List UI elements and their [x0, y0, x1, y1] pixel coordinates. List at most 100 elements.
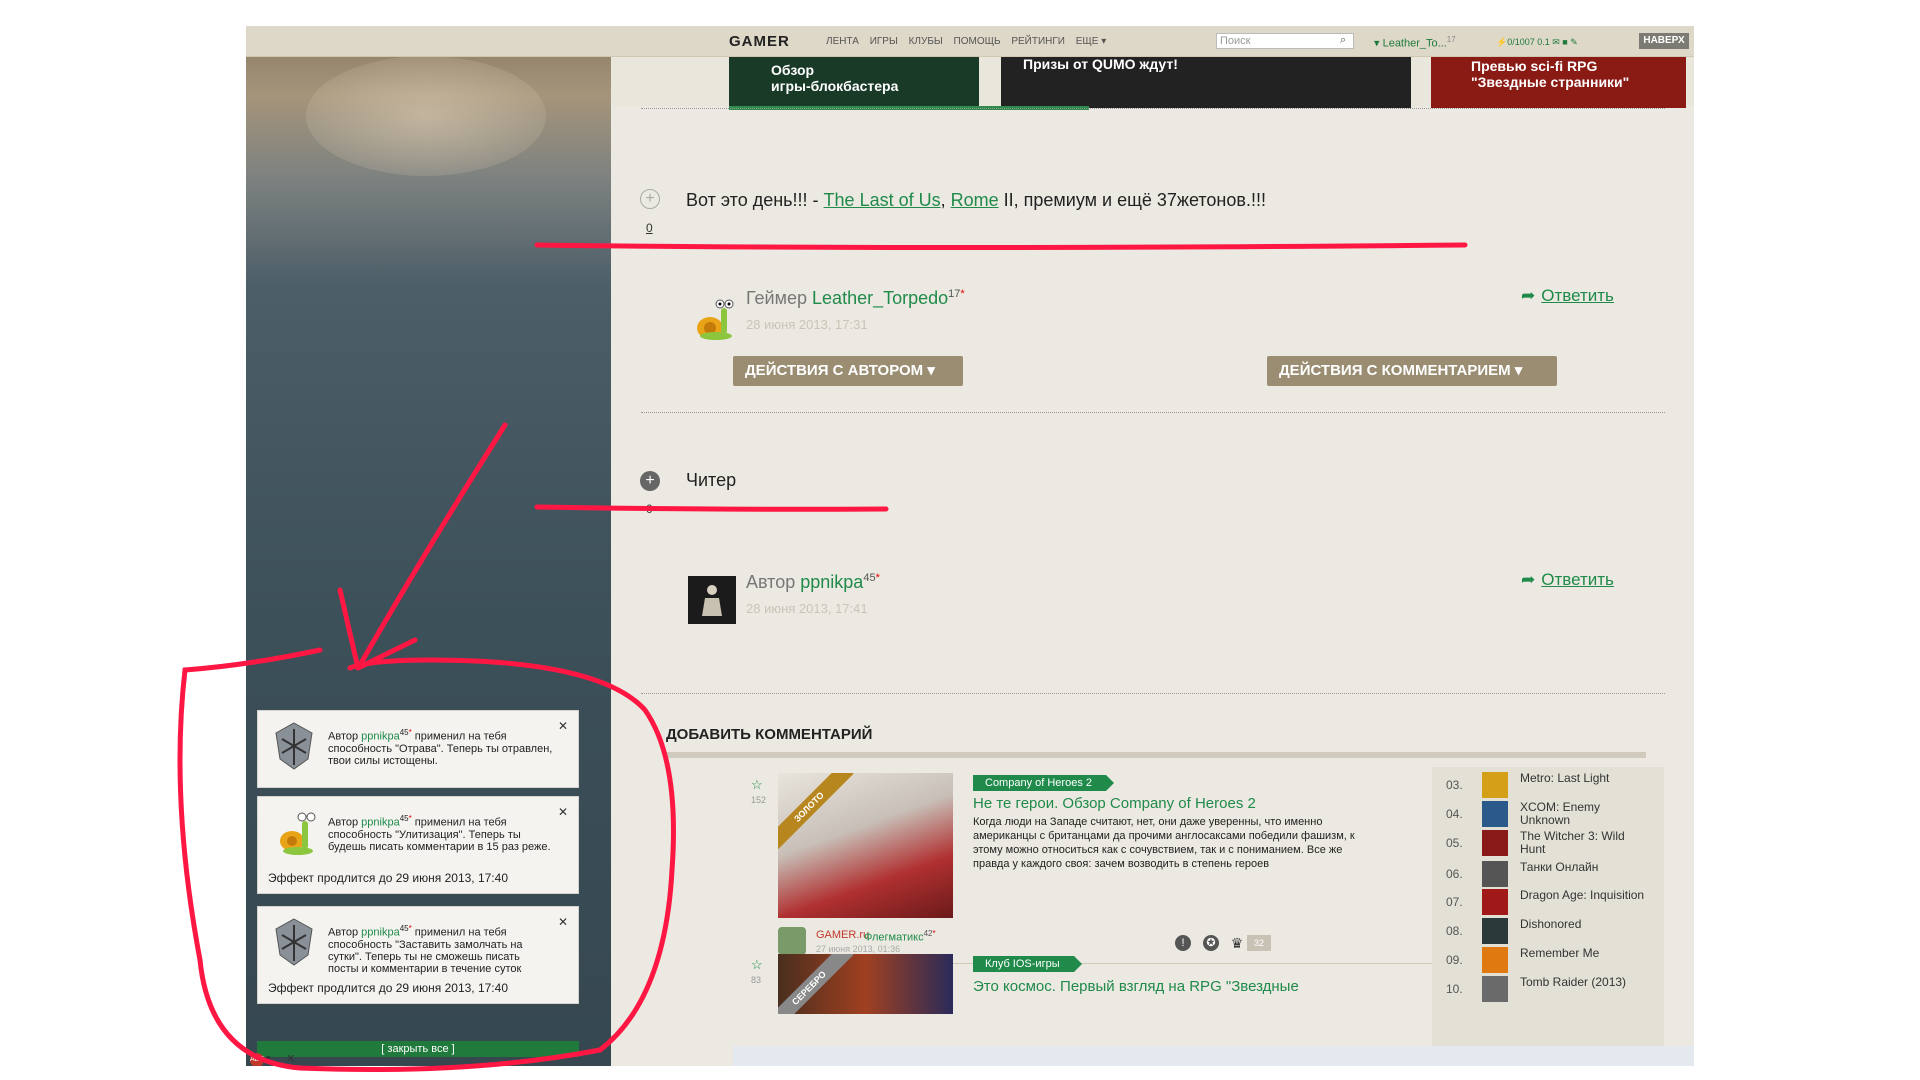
medal-icon[interactable]: ✪	[1203, 935, 1219, 951]
notification-text: Автор ppnikpa45* применил на тебя способ…	[328, 923, 553, 975]
rank-name: Tomb Raider (2013)	[1520, 975, 1627, 989]
ranking-item[interactable]: 08. Dishonored	[1446, 916, 1661, 946]
news-image[interactable]: ЗОЛОТО	[778, 773, 953, 918]
ranking-item[interactable]: 03. Metro: Last Light	[1446, 770, 1661, 800]
nav-link-clubs[interactable]: КЛУБЫ	[909, 36, 943, 47]
news-title[interactable]: Не те герои. Обзор Company of Heroes 2	[973, 795, 1256, 812]
silver-ribbon: СЕРЕБРО	[778, 954, 854, 1014]
comment-author: Автор ppnikpa45*	[746, 572, 880, 593]
site-logo[interactable]: GAMER	[729, 33, 790, 50]
author-avatar[interactable]	[778, 927, 806, 955]
effect-duration: Эффект продлится до 29 июня 2013, 17:40	[268, 981, 508, 995]
reply-button[interactable]: ➦ Ответить	[1521, 570, 1614, 590]
addon-icon[interactable]: ABP	[250, 1053, 264, 1066]
reply-arrow-icon: ➦	[1521, 570, 1536, 589]
news-author-nick[interactable]: Флегматикс42*	[864, 929, 936, 944]
ranking-item[interactable]: 06. Танки Онлайн	[1446, 859, 1661, 889]
reply-button[interactable]: ➦ Ответить	[1521, 286, 1614, 306]
notification-silence: Автор ppnikpa45* применил на тебя способ…	[257, 906, 579, 1004]
user-level: 17	[1446, 35, 1456, 44]
nav-link-more[interactable]: ЕЩЕ ▾	[1076, 36, 1107, 47]
banner-qumo-text: Призы от QUMO ждут!	[1023, 56, 1178, 72]
link-rome[interactable]: Rome	[951, 190, 999, 210]
rank-name: Dishonored	[1520, 917, 1582, 931]
avatar-snail[interactable]	[688, 294, 736, 342]
news-tag[interactable]: Company of Heroes 2	[973, 775, 1114, 791]
close-all-button[interactable]: [ закрыть все ]	[257, 1041, 579, 1057]
ranking-item[interactable]: 04. XCOM: Enemy Unknown	[1446, 799, 1661, 829]
news-tag[interactable]: Клуб IOS-игры	[973, 956, 1082, 972]
ranking-item[interactable]: 07. Dragon Age: Inquisition	[1446, 887, 1661, 917]
notification-text: Автор ppnikpa45* применил на тебя способ…	[328, 813, 553, 853]
game-ranking: 03. Metro: Last Light 04. XCOM: Enemy Unkn…	[1432, 767, 1664, 1066]
close-icon[interactable]: ✕	[558, 915, 568, 929]
top-navigation: GAMER ЛЕНТА ИГРЫ КЛУБЫ ПОМОЩЬ РЕЙТИНГИ Е…	[246, 26, 1694, 57]
add-comment-bar	[666, 752, 1646, 758]
ranking-item[interactable]: 09. Remember Me	[1446, 945, 1661, 975]
bottom-strip	[733, 1046, 1694, 1066]
game-icon	[1482, 918, 1508, 944]
comment-text-part: II, премиум и ещё 37жетонов.!!!	[998, 190, 1266, 210]
skill-emblem-icon	[272, 721, 316, 771]
link-the-last-of-us[interactable]: The Last of Us	[824, 190, 941, 210]
banner-review-text: Обзор игры-блокбастера	[771, 62, 899, 94]
vote-count[interactable]: 0	[646, 502, 653, 516]
comment-actions-button[interactable]: ДЕЙСТВИЯ С КОММЕНТАРИЕМ ▾	[1267, 356, 1557, 386]
notification-text: Автор ppnikpa45* применил на тебя способ…	[328, 727, 553, 767]
nav-links: ЛЕНТА ИГРЫ КЛУБЫ ПОМОЩЬ РЕЙТИНГИ ЕЩЕ ▾	[826, 36, 1114, 47]
news-source[interactable]: GAMER.ru	[816, 929, 869, 941]
chevron-down-icon[interactable]: ▾	[266, 1053, 271, 1064]
nav-link-ratings[interactable]: РЕЙТИНГИ	[1011, 36, 1065, 47]
reply-label: Ответить	[1541, 570, 1614, 589]
notification-snail: Автор ppnikpa45* применил на тебя способ…	[257, 796, 579, 894]
banner-preview[interactable]: Превью sci-fi RPG "Звездные странники"	[1431, 56, 1686, 108]
notification-level: 45	[399, 728, 409, 737]
notification-nick[interactable]: ppnikpa	[361, 731, 400, 743]
favorite-star-icon[interactable]: ☆	[751, 777, 763, 793]
game-icon	[1482, 801, 1508, 827]
skill-emblem-icon	[272, 917, 316, 967]
user-stats[interactable]: ⚡0/1007 0.1 ✉ ■ ✎	[1496, 37, 1578, 48]
author-nick[interactable]: ppnikpa	[800, 572, 863, 592]
favorite-count: 83	[751, 975, 762, 985]
alert-icon[interactable]: !	[1175, 935, 1191, 951]
favorite-star-icon[interactable]: ☆	[751, 957, 763, 973]
vote-count[interactable]: 0	[646, 221, 653, 235]
notification-level: 45	[399, 814, 409, 823]
news-image[interactable]: СЕРЕБРО	[778, 954, 953, 1014]
scroll-top-button[interactable]: НАВЕРХ	[1639, 33, 1689, 49]
close-icon[interactable]: ✕	[286, 1052, 295, 1065]
close-icon[interactable]: ✕	[558, 805, 568, 819]
close-icon[interactable]: ✕	[558, 719, 568, 733]
notification-nick[interactable]: ppnikpa	[361, 927, 400, 939]
search-icon[interactable]: ⌕	[1340, 34, 1346, 47]
nav-link-games[interactable]: ИГРЫ	[870, 36, 898, 47]
game-icon	[1482, 976, 1508, 1002]
ranking-item[interactable]: 05. The Witcher 3: Wild Hunt	[1446, 828, 1661, 858]
effect-duration: Эффект продлится до 29 июня 2013, 17:40	[268, 871, 508, 885]
nav-link-help[interactable]: ПОМОЩЬ	[954, 36, 1001, 47]
comments-badge[interactable]: 32	[1247, 935, 1271, 951]
rank-number: 06.	[1446, 867, 1463, 881]
user-menu[interactable]: ▾ Leather_To...17	[1374, 35, 1456, 50]
crown-icon[interactable]: ♛	[1229, 935, 1245, 951]
author-actions-button[interactable]: ДЕЙСТВИЯ С АВТОРОМ ▾	[733, 356, 963, 386]
author-nick[interactable]: Leather_Torpedo	[812, 288, 948, 308]
banner-review[interactable]: Обзор игры-блокбастера	[729, 56, 979, 108]
vote-plus-icon[interactable]: +	[640, 189, 660, 209]
browser-viewport: Обзор игры-блокбастера Призы от QUMO жду…	[246, 26, 1694, 1066]
rank-number: 05.	[1446, 836, 1463, 850]
vote-plus-icon[interactable]: +	[640, 471, 660, 491]
news-title[interactable]: Это космос. Первый взгляд на RPG "Звездн…	[973, 978, 1299, 995]
author-role: Автор	[746, 572, 796, 592]
game-icon	[1482, 861, 1508, 887]
notification-nick[interactable]: ppnikpa	[361, 817, 400, 829]
nav-link-feed[interactable]: ЛЕНТА	[826, 36, 859, 47]
banner-preview-text: Превью sci-fi RPG "Звездные странники"	[1471, 58, 1630, 90]
add-comment-heading: ДОБАВИТЬ КОММЕНТАРИЙ	[666, 726, 873, 743]
comment-text: Вот это день!!! - The Last of Us, Rome I…	[686, 190, 1266, 211]
ranking-item[interactable]: 10. Tomb Raider (2013)	[1446, 974, 1661, 1004]
avatar-ppnikpa[interactable]	[688, 576, 736, 624]
search-input[interactable]: Поиск	[1216, 33, 1354, 49]
banner-qumo[interactable]: Призы от QUMO ждут!	[1001, 56, 1411, 108]
